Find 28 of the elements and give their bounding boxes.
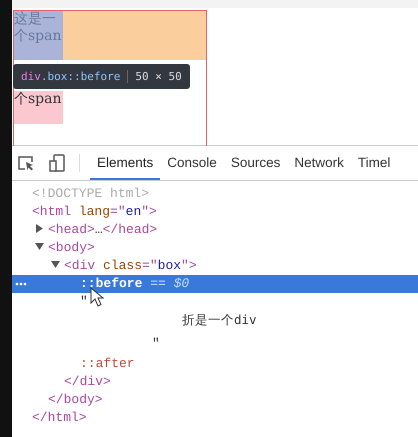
expanded-arrow-icon[interactable] [35, 242, 44, 251]
cursor-icon [90, 287, 104, 307]
collapsed-arrow-icon[interactable] [35, 224, 44, 233]
panel-tab[interactable]: Elements [90, 146, 160, 180]
text-content: 折是一个div [182, 311, 257, 329]
panel-tab[interactable]: Timel [350, 146, 398, 180]
span-text: 个span [14, 91, 63, 124]
tooltip-size: 50 × 50 [127, 70, 182, 83]
panel-tab[interactable]: Console [160, 146, 224, 180]
dom-node[interactable]: <html lang="en"> [32, 203, 157, 221]
more-icon[interactable] [15, 282, 27, 286]
inspect-icon[interactable] [18, 156, 35, 170]
dom-node[interactable]: <div class="box"> [64, 257, 197, 275]
dom-node[interactable]: <head>…</head> [48, 221, 158, 239]
closing-tag: </div> [64, 373, 111, 391]
quote-mark: " [80, 293, 88, 311]
quote-mark: " [152, 335, 160, 353]
panel-tab[interactable]: Sources [224, 146, 288, 180]
closing-tag: </html> [32, 409, 87, 427]
expanded-arrow-icon[interactable] [51, 260, 60, 269]
pseudo-element[interactable]: ::after [80, 355, 135, 373]
closing-tag: </body> [48, 391, 103, 409]
tooltip-selector: div.box::before [21, 70, 120, 83]
pseudo-element[interactable]: ::before == $0 [80, 275, 190, 293]
dom-node[interactable]: <body> [48, 239, 95, 257]
device-icon[interactable] [49, 154, 65, 172]
span-text: 这是一个span [14, 11, 63, 60]
panel-tab[interactable]: Network [287, 146, 351, 180]
